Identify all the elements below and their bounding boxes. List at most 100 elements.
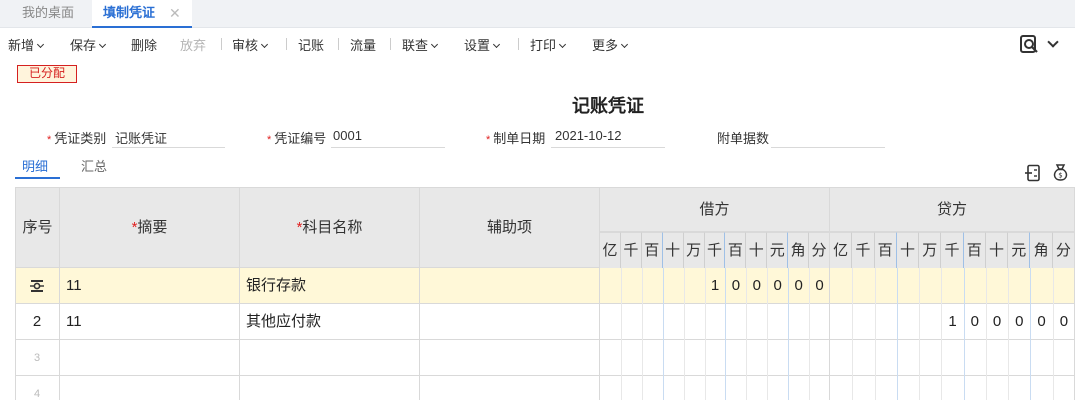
chevron-down-icon (558, 40, 567, 49)
row-edit-icon (30, 280, 44, 292)
voucher-no-label: * 凭证编号 (267, 131, 327, 146)
settings-button[interactable]: 设置 (464, 35, 501, 54)
credit-unit-header: 百 (963, 232, 986, 268)
summary-cell[interactable]: 11 (60, 304, 240, 340)
credit-digit: 0 (1015, 313, 1024, 330)
tab-summary[interactable]: 汇总 (81, 156, 107, 175)
tab-my-desktop[interactable]: 我的桌面 (22, 0, 74, 28)
date-label-text: 制单日期 (493, 131, 546, 146)
credit-amount-cell[interactable] (830, 376, 1075, 400)
credit-amount-cell[interactable] (830, 340, 1075, 376)
credit-digit: 0 (992, 313, 1002, 330)
credit-unit-header: 千 (941, 232, 964, 268)
insert-row-icon[interactable] (1024, 164, 1042, 182)
post-button[interactable]: 记账 (298, 35, 324, 54)
debit-amount-cell[interactable] (600, 340, 830, 376)
tab-detail[interactable]: 明细 (22, 156, 48, 175)
tab-fill-voucher[interactable]: 填制凭证 ✕ (92, 0, 192, 28)
aux-cell[interactable] (420, 376, 600, 400)
svg-text:$: $ (1058, 172, 1062, 180)
chevron-down-icon (36, 40, 45, 49)
delete-button[interactable]: 删除 (131, 35, 157, 54)
voucher-type-field[interactable]: 记账凭证 (115, 128, 167, 147)
chevron-down-icon (430, 40, 439, 49)
save-label: 保存 (70, 38, 97, 53)
audit-label: 审核 (232, 38, 259, 53)
account-cell[interactable] (240, 340, 420, 376)
linked-query-label: 联查 (402, 38, 429, 53)
row-drag-handle[interactable] (15, 268, 60, 304)
debit-digit: 0 (752, 277, 761, 294)
search-document-icon[interactable] (1019, 34, 1039, 54)
linked-query-button[interactable]: 联查 (402, 35, 439, 54)
money-bag-icon[interactable]: $ (1051, 163, 1070, 182)
credit-unit-header: 十 (896, 232, 920, 268)
debit-unit-header: 十 (746, 232, 768, 268)
debit-amount-cell[interactable] (600, 376, 830, 400)
voucher-grid: 序号 *摘要 *科目名称 辅助项 借方 贷方 11 银行存款 2 11 其他应付… (15, 187, 1075, 400)
aux-cell[interactable] (420, 268, 600, 304)
debit-digit: 0 (773, 277, 782, 294)
credit-digit: 0 (970, 313, 979, 330)
date-underline (551, 147, 665, 148)
debit-unit-header: 十 (662, 232, 684, 268)
summary-cell[interactable]: 11 (60, 268, 240, 304)
debit-unit-header: 分 (809, 232, 830, 268)
date-field[interactable]: 2021-10-12 (555, 128, 622, 143)
debit-unit-header: 千 (704, 232, 726, 268)
credit-unit-header: 元 (1008, 232, 1031, 268)
header-credit: 贷方 (830, 187, 1075, 232)
credit-unit-header: 千 (852, 232, 875, 268)
header-account-text: 科目名称 (302, 219, 363, 236)
voucher-no-field[interactable]: 0001 (333, 128, 362, 143)
more-button[interactable]: 更多 (592, 35, 629, 54)
toolbar-divider (221, 38, 222, 50)
debit-digit: 0 (815, 277, 824, 294)
account-cell[interactable] (240, 376, 420, 400)
row-number: 4 (15, 376, 60, 400)
new-button[interactable]: 新增 (8, 35, 45, 54)
credit-digit: 1 (948, 313, 957, 330)
chevron-down-icon (620, 40, 629, 49)
attachments-label: 附单据数 (717, 131, 770, 146)
aux-cell[interactable] (420, 304, 600, 340)
header-debit: 借方 (600, 187, 830, 232)
voucher-type-underline (112, 147, 225, 148)
account-cell[interactable]: 其他应付款 (240, 304, 420, 340)
summary-cell[interactable] (60, 340, 240, 376)
discard-button[interactable]: 放弃 (180, 35, 206, 54)
active-tab-indicator (15, 177, 60, 179)
toolbar-divider (518, 38, 519, 50)
header-summary-text: 摘要 (137, 219, 168, 236)
print-button[interactable]: 打印 (530, 35, 567, 54)
toolbar: 新增 保存 删除 放弃 审核 记账 流量 联查 设置 打印 更多 (0, 28, 1075, 58)
aux-cell[interactable] (420, 340, 600, 376)
new-label: 新增 (8, 38, 35, 53)
voucher-type-label-text: 凭证类别 (54, 131, 107, 146)
cashflow-button[interactable]: 流量 (350, 35, 376, 54)
chevron-down-icon (260, 40, 269, 49)
debit-amount-cell[interactable] (600, 304, 830, 340)
debit-unit-header: 亿 (600, 232, 621, 268)
debit-digit: 0 (731, 277, 741, 294)
credit-unit-header: 万 (919, 232, 942, 268)
account-cell[interactable]: 银行存款 (240, 268, 420, 304)
credit-digit: 0 (1037, 313, 1046, 330)
debit-unit-header: 万 (683, 232, 705, 268)
debit-unit-header: 百 (641, 232, 663, 268)
chevron-down-icon (492, 40, 501, 49)
debit-unit-header: 百 (725, 232, 747, 268)
summary-cell[interactable] (60, 376, 240, 400)
credit-unit-header: 十 (985, 232, 1009, 268)
attachments-underline (771, 147, 885, 148)
debit-unit-header: 角 (788, 232, 810, 268)
voucher-no-underline (331, 147, 445, 148)
row-number: 2 (15, 304, 60, 340)
save-button[interactable]: 保存 (70, 35, 107, 54)
audit-button[interactable]: 审核 (232, 35, 269, 54)
credit-amount-cell[interactable] (830, 268, 1075, 304)
close-icon[interactable]: ✕ (169, 0, 181, 26)
debit-unit-header: 千 (620, 232, 642, 268)
credit-unit-header: 亿 (830, 232, 853, 268)
chevron-down-icon (98, 40, 107, 49)
